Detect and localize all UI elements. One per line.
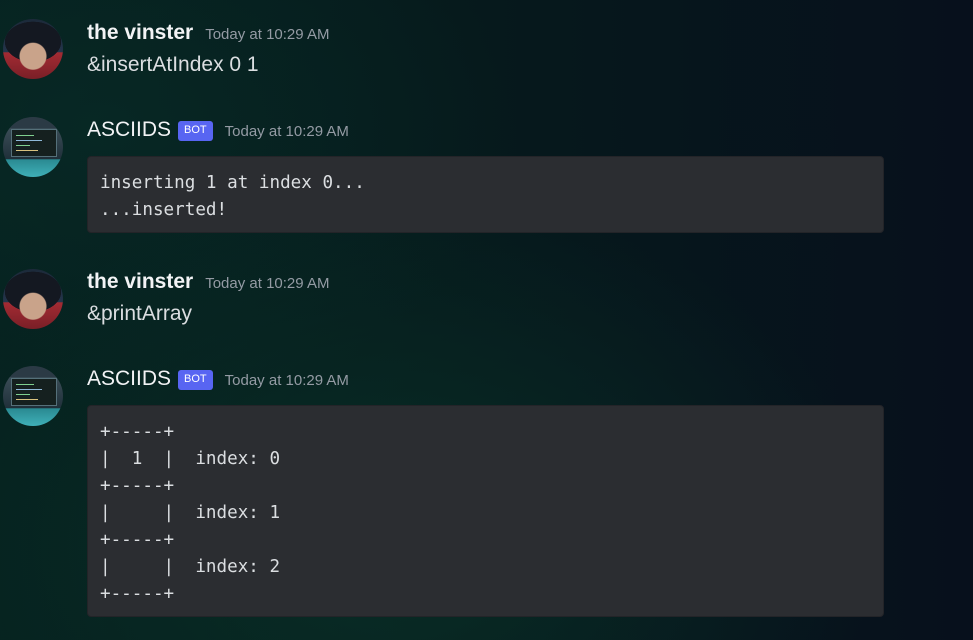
code-block: +-----+ | 1 | index: 0 +-----+ | | index… [87,405,884,617]
username[interactable]: ASCIIDS [87,367,171,391]
code-block: inserting 1 at index 0... ...inserted! [87,156,884,233]
user-avatar[interactable] [3,269,63,329]
username[interactable]: the vinster [87,21,193,45]
username[interactable]: the vinster [87,270,193,294]
bot-badge: BOT [178,121,213,141]
avatar-screen-graphic [11,378,57,406]
timestamp[interactable]: Today at 10:29 AM [225,123,349,140]
message-header: the vinster Today at 10:29 AM [87,270,329,294]
timestamp[interactable]: Today at 10:29 AM [205,26,329,43]
message-text: &insertAtIndex 0 1 [87,53,259,76]
bot-avatar[interactable] [3,366,63,426]
code-text: +-----+ | 1 | index: 0 +-----+ | | index… [100,422,281,604]
code-text: inserting 1 at index 0... ...inserted! [100,173,365,220]
message-text: &printArray [87,302,193,325]
bot-badge: BOT [178,370,213,390]
message-header: the vinster Today at 10:29 AM [87,21,329,45]
message-header: ASCIIDS BOT Today at 10:29 AM [87,118,349,144]
timestamp[interactable]: Today at 10:29 AM [205,275,329,292]
avatar-screen-graphic [11,129,57,157]
bot-avatar[interactable] [3,117,63,177]
message-header: ASCIIDS BOT Today at 10:29 AM [87,367,349,393]
user-avatar[interactable] [3,19,63,79]
username[interactable]: ASCIIDS [87,118,171,142]
timestamp[interactable]: Today at 10:29 AM [225,372,349,389]
